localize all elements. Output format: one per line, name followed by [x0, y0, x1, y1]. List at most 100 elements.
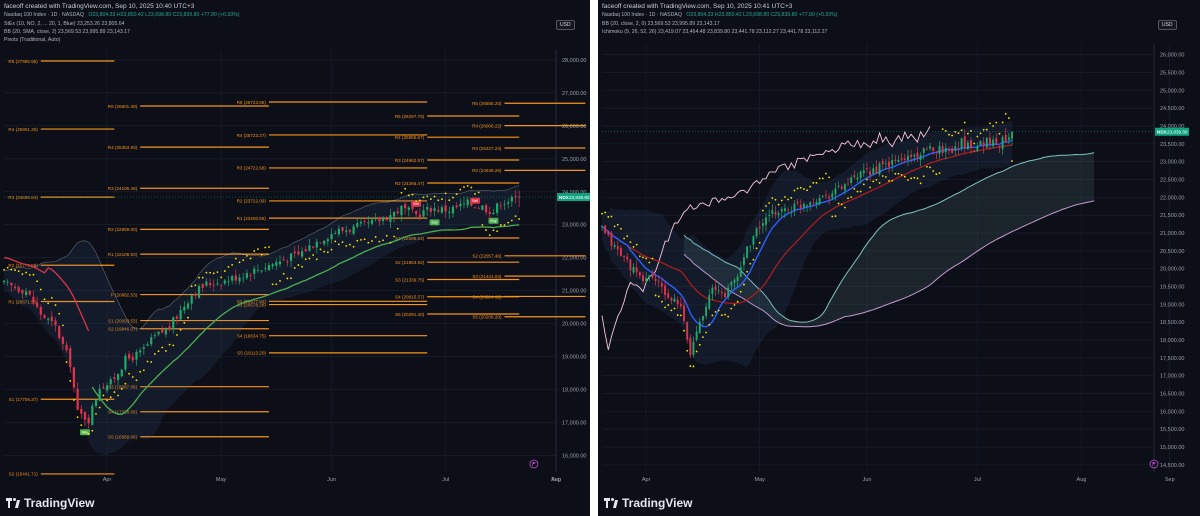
sar-dot [746, 270, 748, 273]
candle-body [477, 207, 480, 209]
candle-body [448, 211, 451, 213]
sar-dot [418, 199, 421, 202]
tradingview-logo[interactable]: TradingView [6, 496, 94, 510]
candle-body [752, 236, 755, 245]
candle-body [367, 222, 370, 224]
sar-dot [979, 132, 982, 135]
candle-body [220, 285, 223, 286]
candle-body [47, 318, 50, 320]
sar-dot [198, 276, 200, 279]
candle-body [840, 186, 843, 189]
pivot-label: S4 (20824.62) [472, 294, 502, 299]
alert-circle [529, 459, 539, 469]
candle-body [922, 148, 925, 153]
pivot-label: R4 (25723.27) [237, 133, 267, 138]
y-tick-label: 15,500.00 [1160, 427, 1184, 433]
y-tick-label: 20,000.00 [1160, 267, 1184, 273]
candle-body [459, 203, 462, 207]
candle-body [131, 356, 134, 361]
candle-body [370, 219, 374, 224]
currency-badge[interactable]: USD [1158, 20, 1177, 30]
sar-dot [897, 172, 900, 175]
candle-body [979, 140, 982, 146]
candle-body [815, 201, 818, 204]
attribution-text: faceoff created with TradingView.com, Se… [4, 3, 195, 10]
sar-dot [878, 182, 881, 184]
candle-body [673, 298, 676, 302]
sar-dot [632, 246, 635, 248]
pivot-label: R3 (24962.57) [395, 158, 425, 163]
sar-dot [47, 302, 50, 305]
sar-dot [944, 130, 947, 132]
y-tick-label: 18,000.00 [562, 388, 586, 394]
supertrend-legend[interactable]: StEx (10, NO, 2, ... 20, 1, Blue) 23,253… [4, 21, 125, 27]
right-chart-panel[interactable]: 26,000.00 25,500.00 25,000.00 24,500.00 24,0… [598, 0, 1200, 516]
sar-dot [834, 215, 837, 218]
sar-dot [831, 215, 834, 218]
pivot-label: S5 (20291.40) [395, 312, 425, 317]
tradingview-logo[interactable]: TradingView [604, 496, 692, 510]
sar-dot [935, 173, 938, 176]
candle-body [415, 211, 418, 215]
sar-dot [205, 271, 208, 274]
sar-dot [367, 241, 370, 244]
symbol-legend[interactable]: Nasdaq 100 Index · 1D · NASDAQ O23,804.3… [602, 12, 840, 18]
candle-body [601, 226, 603, 228]
candle-body [28, 290, 31, 295]
sar-dot [448, 199, 451, 202]
candle-body [784, 208, 786, 212]
symbol-legend[interactable]: Nasdaq 100 Index · 1D · NASDAQ O23,804.3… [4, 12, 242, 18]
sar-dot [6, 266, 9, 269]
sar-dot [378, 240, 381, 243]
candle-body [429, 208, 432, 212]
sar-dot [463, 186, 465, 188]
candle-body [440, 207, 444, 213]
candle-body [765, 217, 767, 225]
sar-dot [919, 182, 922, 185]
sar-dot [176, 334, 178, 336]
sar-dot [601, 212, 603, 215]
candle-body [481, 205, 484, 210]
left-chart-canvas[interactable]: 28,000.0027,000.0026,000.0025,000.0024,0… [0, 0, 590, 482]
sar-dot [80, 424, 83, 427]
sar-dot [787, 198, 790, 201]
candle-body [607, 231, 610, 235]
pivots-legend[interactable]: Pivots (Traditional, Auto) [4, 37, 60, 43]
candle-body [186, 303, 190, 309]
ichimoku-legend[interactable]: Ichimoku (9, 26, 52, 26) 23,419.07 23,46… [602, 29, 827, 35]
candle-body [742, 257, 745, 265]
sar-dot [337, 243, 340, 246]
sar-dot [998, 132, 1001, 135]
sar-dot [963, 121, 966, 124]
bollinger-legend[interactable]: BB (20, close, 2, 0) 23,569.53 23,995.89… [602, 21, 720, 27]
candle-body [799, 204, 802, 208]
sar-dot [466, 184, 469, 187]
candle-body [282, 259, 285, 261]
pivot-label: R4 (25901.30) [8, 127, 38, 132]
footer: TradingView [0, 482, 590, 516]
sar-dot [14, 269, 16, 271]
candle-body [264, 268, 267, 269]
right-chart-canvas[interactable]: 26,000.0025,500.0025,000.0024,500.0024,0… [598, 0, 1200, 482]
sar-dot [777, 203, 780, 206]
sar-dot [249, 257, 252, 260]
sar-dot [966, 132, 969, 135]
candle-body [50, 316, 53, 321]
sar-dot [153, 353, 156, 355]
candle-body [407, 207, 410, 210]
candle-body [319, 242, 322, 244]
candle-body [153, 335, 156, 337]
currency-badge[interactable]: USD [556, 20, 575, 30]
bollinger-legend[interactable]: BB (20, SMA, close, 2) 23,569.53 23,995.… [4, 29, 130, 35]
candle-body [632, 266, 635, 273]
pivot-label: S4 (19634.75) [237, 333, 267, 338]
sar-dot [290, 277, 292, 280]
price-tag-value: 23,839.80 [569, 195, 590, 200]
price-tag-value: 23,839.80 [1167, 130, 1188, 135]
left-chart-panel[interactable]: 28,000.00 27,000.00 26,000.00 25,000.00 24,0… [0, 0, 590, 516]
sar-dot [714, 311, 717, 313]
y-tick-label: 26,000.00 [1160, 53, 1184, 59]
candle-body [717, 290, 720, 292]
sar-dot [774, 198, 777, 201]
candle-body [724, 292, 726, 298]
